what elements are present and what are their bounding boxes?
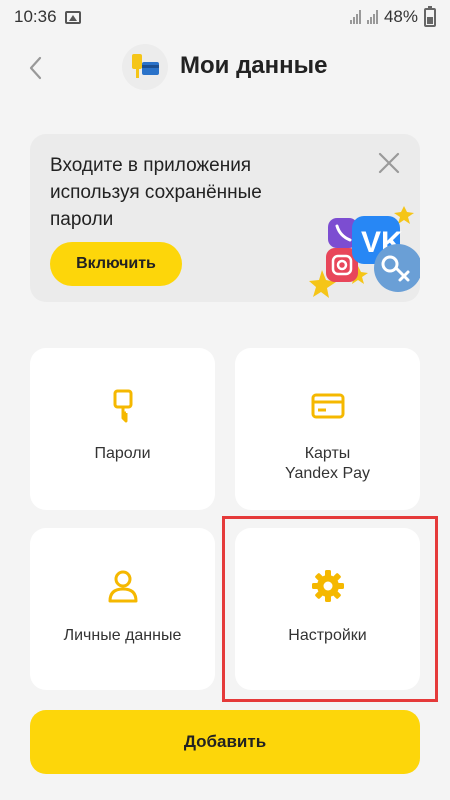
person-icon xyxy=(108,570,137,603)
status-bar: 10:36 48% xyxy=(0,0,450,34)
close-banner-button[interactable] xyxy=(376,150,402,176)
tile-settings[interactable]: Настройки xyxy=(235,528,420,690)
signal-icon-2 xyxy=(366,10,378,24)
chevron-left-icon xyxy=(29,56,42,80)
tile-personal-data[interactable]: Личные данные xyxy=(30,528,215,690)
status-time: 10:36 xyxy=(14,7,57,26)
battery-icon xyxy=(424,5,436,27)
app-logo xyxy=(122,44,168,90)
signal-icon xyxy=(349,10,361,24)
tile-label-cards: Карты Yandex Pay xyxy=(284,445,371,482)
tile-label-passwords: Пароли xyxy=(94,445,151,462)
tile-cards-yandex-pay[interactable]: Карты Yandex Pay xyxy=(235,348,420,510)
header: Мои данные xyxy=(0,36,450,100)
tile-label-settings: Настройки xyxy=(288,627,367,644)
battery-percent: 48% xyxy=(383,7,418,26)
gear-icon xyxy=(311,570,344,602)
page-title: Мои данные xyxy=(180,52,328,79)
gallery-notification-icon xyxy=(64,10,81,24)
tile-label-personal-data: Личные данные xyxy=(63,627,182,644)
enable-button[interactable]: Включить xyxy=(50,242,182,286)
add-button[interactable]: Добавить xyxy=(30,710,420,774)
banner-text: Входите в приложения используя сохранённ… xyxy=(50,155,262,230)
back-button[interactable] xyxy=(20,50,50,86)
password-promo-banner: Входите в приложения используя сохранённ… xyxy=(30,134,420,302)
apps-illustration: VK xyxy=(309,206,420,298)
tile-passwords[interactable]: Пароли xyxy=(30,348,215,510)
key-icon xyxy=(113,389,132,423)
close-icon xyxy=(378,152,400,174)
card-icon xyxy=(311,393,344,419)
